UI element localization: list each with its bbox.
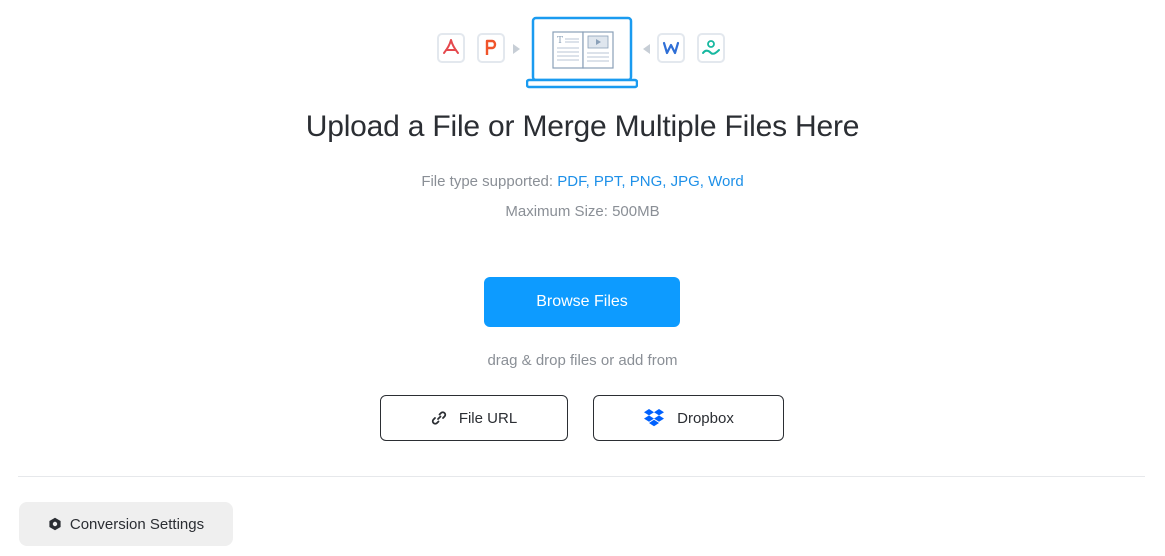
arrow-left-icon bbox=[643, 44, 650, 54]
dropbox-label: Dropbox bbox=[677, 409, 734, 427]
dropbox-icon bbox=[644, 409, 665, 427]
image-file-icon bbox=[697, 33, 725, 63]
laptop-document-icon: T bbox=[526, 16, 638, 89]
drag-drop-hint: drag & drop files or add from bbox=[487, 352, 678, 369]
conversion-settings-label: Conversion Settings bbox=[69, 515, 205, 533]
svg-text:T: T bbox=[557, 36, 563, 46]
conversion-settings-button[interactable]: Conversion Settings bbox=[19, 502, 233, 546]
page-title: Upload a File or Merge Multiple Files He… bbox=[305, 110, 860, 143]
file-url-label: File URL bbox=[458, 409, 518, 427]
section-divider bbox=[18, 476, 1145, 477]
browse-files-button[interactable]: Browse Files bbox=[484, 277, 680, 327]
ppt-file-icon bbox=[477, 33, 505, 63]
max-size-text: Maximum Size: 500MB bbox=[505, 203, 660, 220]
settings-hexagon-icon bbox=[49, 517, 61, 531]
supported-types-list: PDF, PPT, PNG, JPG, Word bbox=[557, 173, 744, 190]
supported-label: File type supported: bbox=[421, 173, 558, 190]
supported-file-types: File type supported: PDF, PPT, PNG, JPG,… bbox=[0, 173, 1165, 190]
word-file-icon bbox=[657, 33, 685, 63]
arrow-right-icon bbox=[513, 44, 520, 54]
hero-illustration: T bbox=[437, 16, 729, 90]
pdf-file-icon bbox=[437, 33, 465, 63]
upload-page: T Upload a File or Merge Multiple Files … bbox=[0, 0, 1165, 556]
file-url-button[interactable]: File URL bbox=[380, 395, 568, 441]
link-icon bbox=[431, 411, 446, 425]
dropbox-button[interactable]: Dropbox bbox=[593, 395, 784, 441]
